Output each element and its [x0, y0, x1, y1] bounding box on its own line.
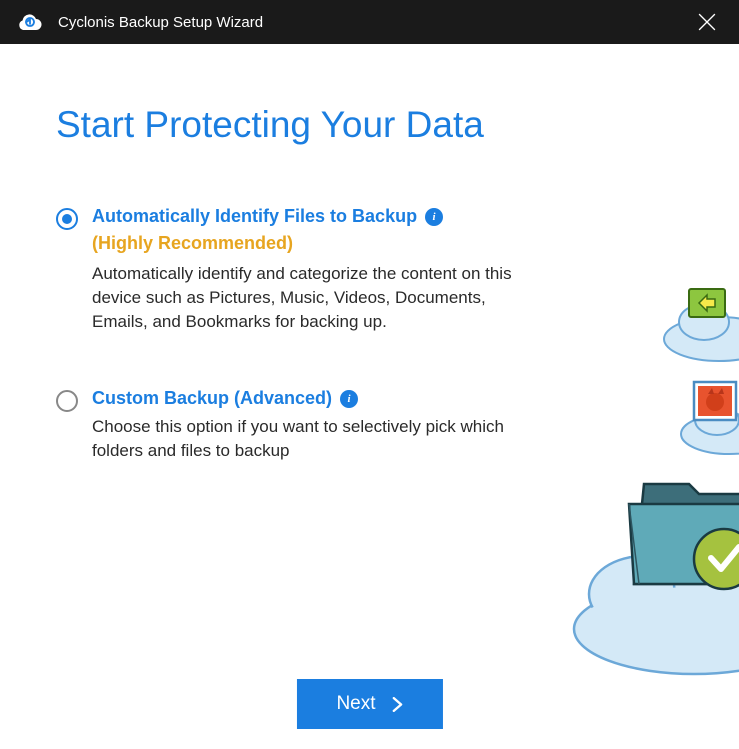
page-title: Start Protecting Your Data — [56, 104, 683, 146]
option-auto-title-row: Automatically Identify Files to Backup i — [92, 206, 516, 227]
option-auto: Automatically Identify Files to Backup i… — [56, 206, 516, 333]
radio-custom[interactable] — [56, 390, 78, 412]
radio-auto[interactable] — [56, 208, 78, 230]
titlebar: Cyclonis Backup Setup Wizard — [0, 0, 739, 44]
option-custom-title-row: Custom Backup (Advanced) i — [92, 388, 516, 409]
option-custom: Custom Backup (Advanced) i Choose this o… — [56, 388, 516, 463]
option-auto-body: Automatically Identify Files to Backup i… — [92, 206, 516, 333]
close-button[interactable] — [691, 6, 723, 38]
info-icon[interactable]: i — [425, 208, 443, 226]
next-button-label: Next — [336, 693, 375, 715]
highly-recommended-badge: (Highly Recommended) — [92, 233, 516, 254]
next-button[interactable]: Next — [296, 679, 442, 729]
option-custom-title[interactable]: Custom Backup (Advanced) — [92, 388, 332, 409]
option-auto-title[interactable]: Automatically Identify Files to Backup — [92, 206, 417, 227]
option-auto-description: Automatically identify and categorize th… — [92, 262, 516, 333]
radio-selected-dot — [62, 214, 72, 224]
option-custom-body: Custom Backup (Advanced) i Choose this o… — [92, 388, 516, 463]
content-area: Start Protecting Your Data Automatically… — [0, 44, 739, 749]
app-cloud-icon — [16, 8, 44, 36]
titlebar-left: Cyclonis Backup Setup Wizard — [16, 8, 263, 36]
titlebar-title: Cyclonis Backup Setup Wizard — [58, 14, 263, 31]
chevron-right-icon — [392, 697, 403, 712]
info-icon[interactable]: i — [340, 390, 358, 408]
option-custom-description: Choose this option if you want to select… — [92, 415, 516, 463]
decorative-cloud-illustration — [539, 234, 739, 704]
